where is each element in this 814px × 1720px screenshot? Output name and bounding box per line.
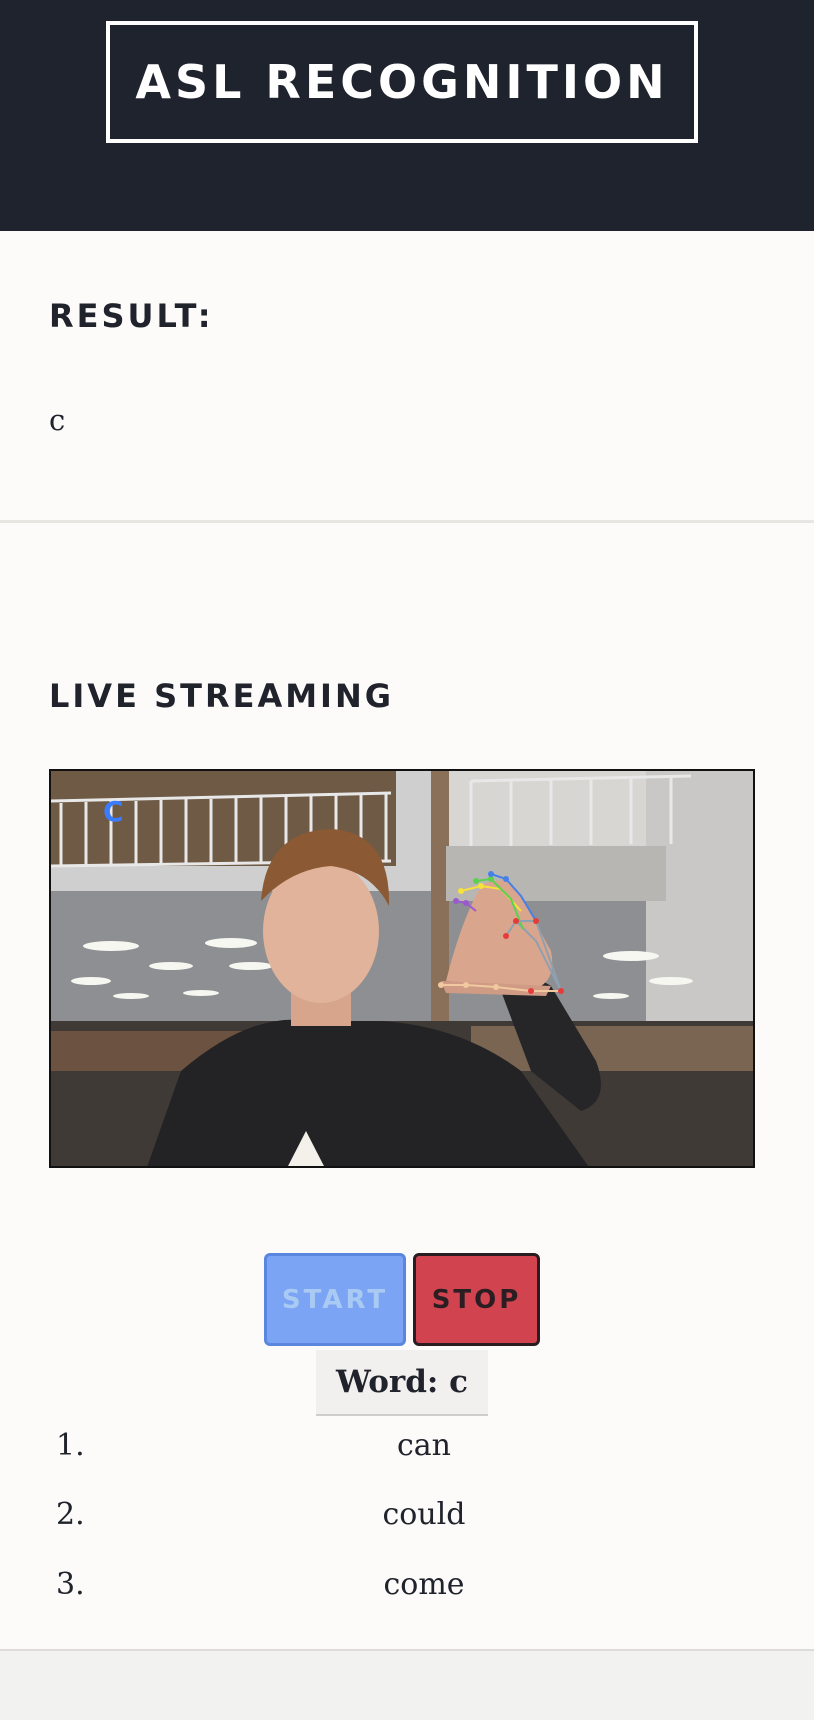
list-item-word: could [382,1497,466,1532]
overlay-letter: C [103,795,124,828]
stop-button[interactable]: STOP [413,1253,540,1346]
list-item[interactable]: 3. come [0,1559,814,1619]
word-display: Word: c [316,1350,488,1416]
video-stream: C [49,769,755,1168]
list-item[interactable]: 1. can [0,1420,814,1480]
result-heading: RESULT: [49,297,214,335]
webcam-frame: C [51,771,753,1166]
title-box: ASL RECOGNITION [106,21,698,143]
start-button[interactable]: START [264,1253,406,1346]
page-title: ASL RECOGNITION [135,55,669,109]
result-value: c [49,403,66,437]
page-header: ASL RECOGNITION [0,0,814,231]
list-item-word: can [396,1428,451,1463]
live-streaming-heading: LIVE STREAMING [49,677,394,715]
page-footer [0,1649,814,1720]
list-item-word: come [383,1567,465,1602]
list-item[interactable]: 2. could [0,1489,814,1549]
result-section: RESULT: c [0,231,814,523]
